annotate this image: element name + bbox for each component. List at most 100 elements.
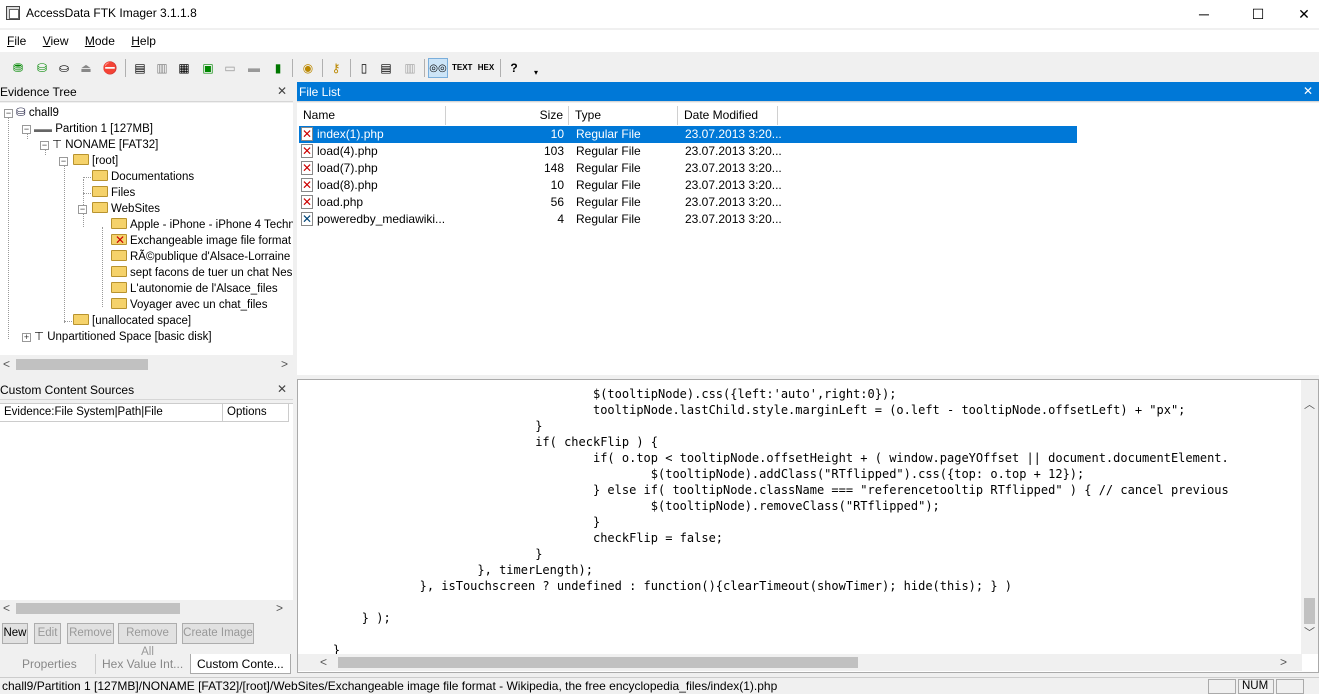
scroll-right-icon[interactable]: > — [1280, 655, 1287, 669]
code-line: $(tooltipNode).removeClass("RTflipped"); — [304, 499, 940, 513]
scroll-thumb[interactable] — [16, 359, 148, 370]
maximize-button[interactable]: ☐ — [1235, 0, 1281, 28]
tree-item-republique-alsace[interactable]: RÃ©publique d'Alsace-Lorraine (1! — [111, 249, 293, 265]
evidence-tree-hscroll[interactable]: < > — [0, 356, 293, 373]
menu-view[interactable]: View — [36, 30, 75, 48]
tree-item-autonomie-alsace[interactable]: L'autonomie de l'Alsace_files — [111, 281, 278, 297]
file-row[interactable]: ✕ load.php 56 Regular File 23.07.2013 3:… — [299, 194, 1077, 211]
column-type[interactable]: Type — [569, 106, 678, 125]
export-files-icon[interactable]: ▯ — [354, 58, 374, 78]
new-button[interactable]: New — [2, 623, 28, 644]
tree-item-voyager-chat[interactable]: Voyager avec un chat_files — [111, 297, 267, 313]
create-image-button[interactable]: Create Image — [182, 623, 254, 644]
tree-item-apple-iphone[interactable]: Apple - iPhone - iPhone 4 Technic — [111, 217, 293, 233]
expand-chall9-icon[interactable]: − — [4, 109, 13, 118]
column-name[interactable]: Name — [297, 106, 446, 125]
tree-item-files[interactable]: Files — [92, 185, 135, 201]
create-disk-image-icon[interactable]: ▤ — [130, 58, 150, 78]
export-file-hash-icon[interactable]: ▤ — [376, 58, 396, 78]
tree-item-documentations[interactable]: Documentations — [92, 169, 194, 185]
file-row[interactable]: ✕ index(1).php 10 Regular File 23.07.201… — [299, 126, 1077, 143]
add-all-evidence-icon[interactable]: ⛁ — [32, 58, 52, 78]
toolbar-overflow-chevron-icon[interactable]: ▾ — [526, 63, 546, 83]
scroll-thumb[interactable] — [16, 603, 180, 614]
file-row[interactable]: ✕ load(7).php 148 Regular File 23.07.201… — [299, 160, 1077, 177]
scroll-left-icon[interactable]: < — [3, 357, 10, 371]
obtain-protected-files-icon[interactable]: ◉ — [298, 58, 318, 78]
menu-mode[interactable]: Mode — [78, 30, 121, 48]
close-file-list-icon[interactable]: ✕ — [1303, 84, 1313, 98]
capture-memory-icon[interactable]: ▮ — [268, 58, 288, 78]
scroll-left-icon[interactable]: < — [3, 601, 10, 615]
viewer-hscroll[interactable]: < > — [298, 654, 1302, 671]
file-row[interactable]: ✕ poweredby_mediawiki... 4 Regular File … — [299, 211, 1077, 228]
scroll-down-icon[interactable]: ﹀ — [1304, 624, 1315, 640]
tab-properties[interactable]: Properties — [16, 654, 83, 674]
tree-item-root[interactable]: [root] — [73, 153, 118, 169]
scroll-thumb[interactable] — [338, 657, 858, 668]
expand-websites-icon[interactable]: − — [78, 205, 87, 214]
export-logical-image-icon[interactable]: ▦ — [174, 58, 194, 78]
tree-item-sept-facons[interactable]: sept facons de tuer un chat Nesp — [111, 265, 293, 281]
column-options[interactable]: Options — [223, 404, 289, 422]
verify-drive-icon[interactable]: ▬ — [244, 58, 264, 78]
tree-item-unpartitioned-space[interactable]: ⊤ Unpartitioned Space [basic disk] — [34, 329, 212, 345]
add-to-custom-content-icon[interactable]: ▣ — [198, 58, 218, 78]
menu-help[interactable]: Help — [124, 30, 162, 48]
edit-button[interactable]: Edit — [34, 623, 61, 644]
code-line: } else if( tooltipNode.className === "re… — [304, 483, 1229, 497]
scroll-thumb[interactable] — [1304, 598, 1315, 624]
tree-item-unallocated-space[interactable]: [unallocated space] — [73, 313, 191, 329]
expand-noname-icon[interactable]: − — [40, 141, 49, 150]
scroll-right-icon[interactable]: > — [281, 357, 288, 371]
deleted-file-icon: ✕ — [301, 161, 313, 175]
column-evidence-path[interactable]: Evidence:File System|Path|File — [0, 404, 223, 422]
folder-icon — [92, 170, 108, 181]
custom-content-hscroll[interactable]: < > — [0, 600, 293, 617]
file-content-viewer[interactable]: $(tooltipNode).css({left:'auto',right:0}… — [297, 379, 1319, 673]
code-line: } — [304, 643, 341, 654]
add-evidence-icon[interactable]: ⛃ — [8, 58, 28, 78]
remove-all-button[interactable]: Remove All — [118, 623, 177, 658]
tree-item-exchangeable-image[interactable]: ✕Exchangeable image file format - W — [111, 233, 293, 249]
expand-partition-icon[interactable]: − — [22, 125, 31, 134]
scroll-left-icon[interactable]: < — [320, 655, 327, 669]
tree-item-websites[interactable]: WebSites — [92, 201, 160, 217]
column-date-modified[interactable]: Date Modified — [678, 106, 778, 125]
minimize-button[interactable]: ─ — [1181, 0, 1227, 28]
tree-item-chall9[interactable]: ⛁ chall9 — [16, 105, 59, 121]
export-disk-image-icon[interactable]: ▥ — [152, 58, 172, 78]
export-directory-listing-icon[interactable]: ▥ — [400, 58, 420, 78]
text-viewer-icon[interactable]: TEXT — [452, 58, 472, 78]
evidence-disk-icon: ⛁ — [16, 107, 26, 119]
expand-unpartitioned-icon[interactable]: + — [22, 333, 31, 342]
remove-all-icon[interactable]: ⛔ — [100, 58, 120, 78]
tab-custom-content[interactable]: Custom Conte... — [190, 654, 291, 674]
hex-viewer-icon[interactable]: HEX — [476, 58, 496, 78]
close-window-button[interactable]: ✕ — [1281, 0, 1319, 28]
tab-hex-value-interpreter[interactable]: Hex Value Int... — [95, 654, 189, 674]
close-custom-content-icon[interactable]: ✕ — [277, 382, 287, 396]
file-row[interactable]: ✕ load(8).php 10 Regular File 23.07.2013… — [299, 177, 1077, 194]
file-list-title: File List — [299, 85, 341, 99]
image-mounting-icon[interactable]: ⛀ — [54, 58, 74, 78]
close-evidence-tree-icon[interactable]: ✕ — [277, 84, 287, 98]
viewer-vscroll[interactable]: ︿ ﹀ — [1301, 380, 1318, 654]
title-bar: AccessData FTK Imager 3.1.1.8 ─ ☐ ✕ — [0, 0, 1319, 28]
auto-viewer-icon[interactable]: ◎◎ — [428, 58, 448, 78]
detect-efs-icon[interactable]: ⚷ — [326, 58, 346, 78]
code-view[interactable]: $(tooltipNode).css({left:'auto',right:0}… — [304, 386, 1304, 654]
scroll-right-icon[interactable]: > — [276, 601, 283, 615]
help-icon[interactable]: ? — [504, 58, 524, 78]
column-size[interactable]: Size — [446, 106, 569, 125]
menu-file[interactable]: File — [0, 30, 32, 48]
scroll-up-icon[interactable]: ︿ — [1304, 396, 1315, 412]
create-custom-content-icon[interactable]: ▭ — [220, 58, 240, 78]
file-row[interactable]: ✕ load(4).php 103 Regular File 23.07.201… — [299, 143, 1077, 160]
remove-evidence-icon[interactable]: ⏏ — [76, 58, 96, 78]
tree-item-noname-fat32[interactable]: ⊤ NONAME [FAT32] — [52, 137, 158, 153]
tree-item-partition-1[interactable]: ▬▬ Partition 1 [127MB] — [34, 121, 153, 137]
remove-button[interactable]: Remove — [67, 623, 114, 644]
expand-root-icon[interactable]: − — [59, 157, 68, 166]
code-line: } — [304, 419, 543, 433]
